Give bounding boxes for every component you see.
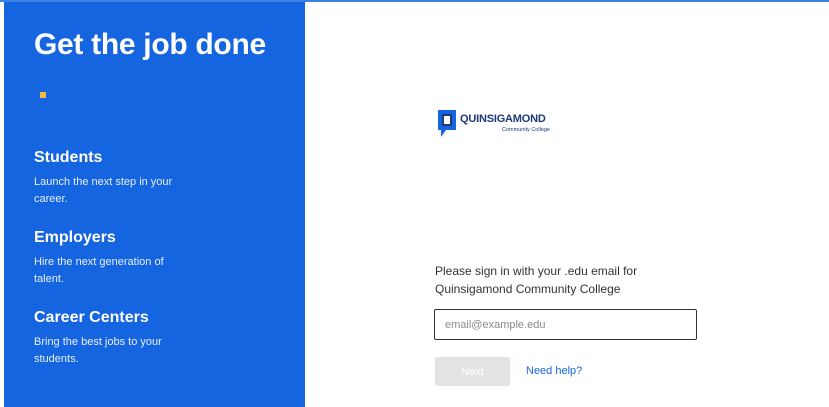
section-desc-line: Launch the next step in your	[34, 176, 173, 188]
section-description: Bring the best jobs to your students.	[34, 334, 214, 368]
college-logo-name: QUINSIGAMOND	[460, 113, 546, 125]
section-desc-line: talent.	[34, 273, 64, 285]
college-logo: QUINSIGAMOND Community College	[438, 110, 558, 140]
section-students: Students Launch the next step in your ca…	[34, 149, 214, 208]
signin-prompt: Please sign in with your .edu email for …	[435, 262, 705, 298]
accent-dot	[40, 92, 46, 98]
section-career-centers: Career Centers Bring the best jobs to yo…	[34, 309, 214, 368]
next-button[interactable]: Next	[435, 357, 510, 386]
promo-panel: Get the job done Students Launch the nex…	[4, 2, 305, 407]
section-desc-line: Hire the next generation of	[34, 256, 164, 268]
section-desc-line: Bring the best jobs to your	[34, 336, 162, 348]
section-desc-line: career.	[34, 193, 68, 205]
section-employers: Employers Hire the next generation of ta…	[34, 229, 214, 288]
signin-prompt-line: Please sign in with your .edu email for	[435, 264, 638, 278]
section-desc-line: students.	[34, 353, 79, 365]
need-help-link[interactable]: Need help?	[526, 365, 582, 377]
headline: Get the job done	[34, 28, 266, 61]
section-title: Students	[34, 149, 103, 166]
college-logo-subtitle: Community College	[502, 127, 550, 133]
college-logo-icon	[438, 110, 456, 137]
email-input[interactable]	[434, 309, 697, 340]
section-title: Employers	[34, 229, 116, 246]
section-description: Hire the next generation of talent.	[34, 254, 214, 288]
section-title: Career Centers	[34, 309, 149, 326]
login-page: Get the job done Students Launch the nex…	[0, 0, 829, 407]
section-description: Launch the next step in your career.	[34, 174, 214, 208]
signin-prompt-line: Quinsigamond Community College	[435, 282, 621, 296]
